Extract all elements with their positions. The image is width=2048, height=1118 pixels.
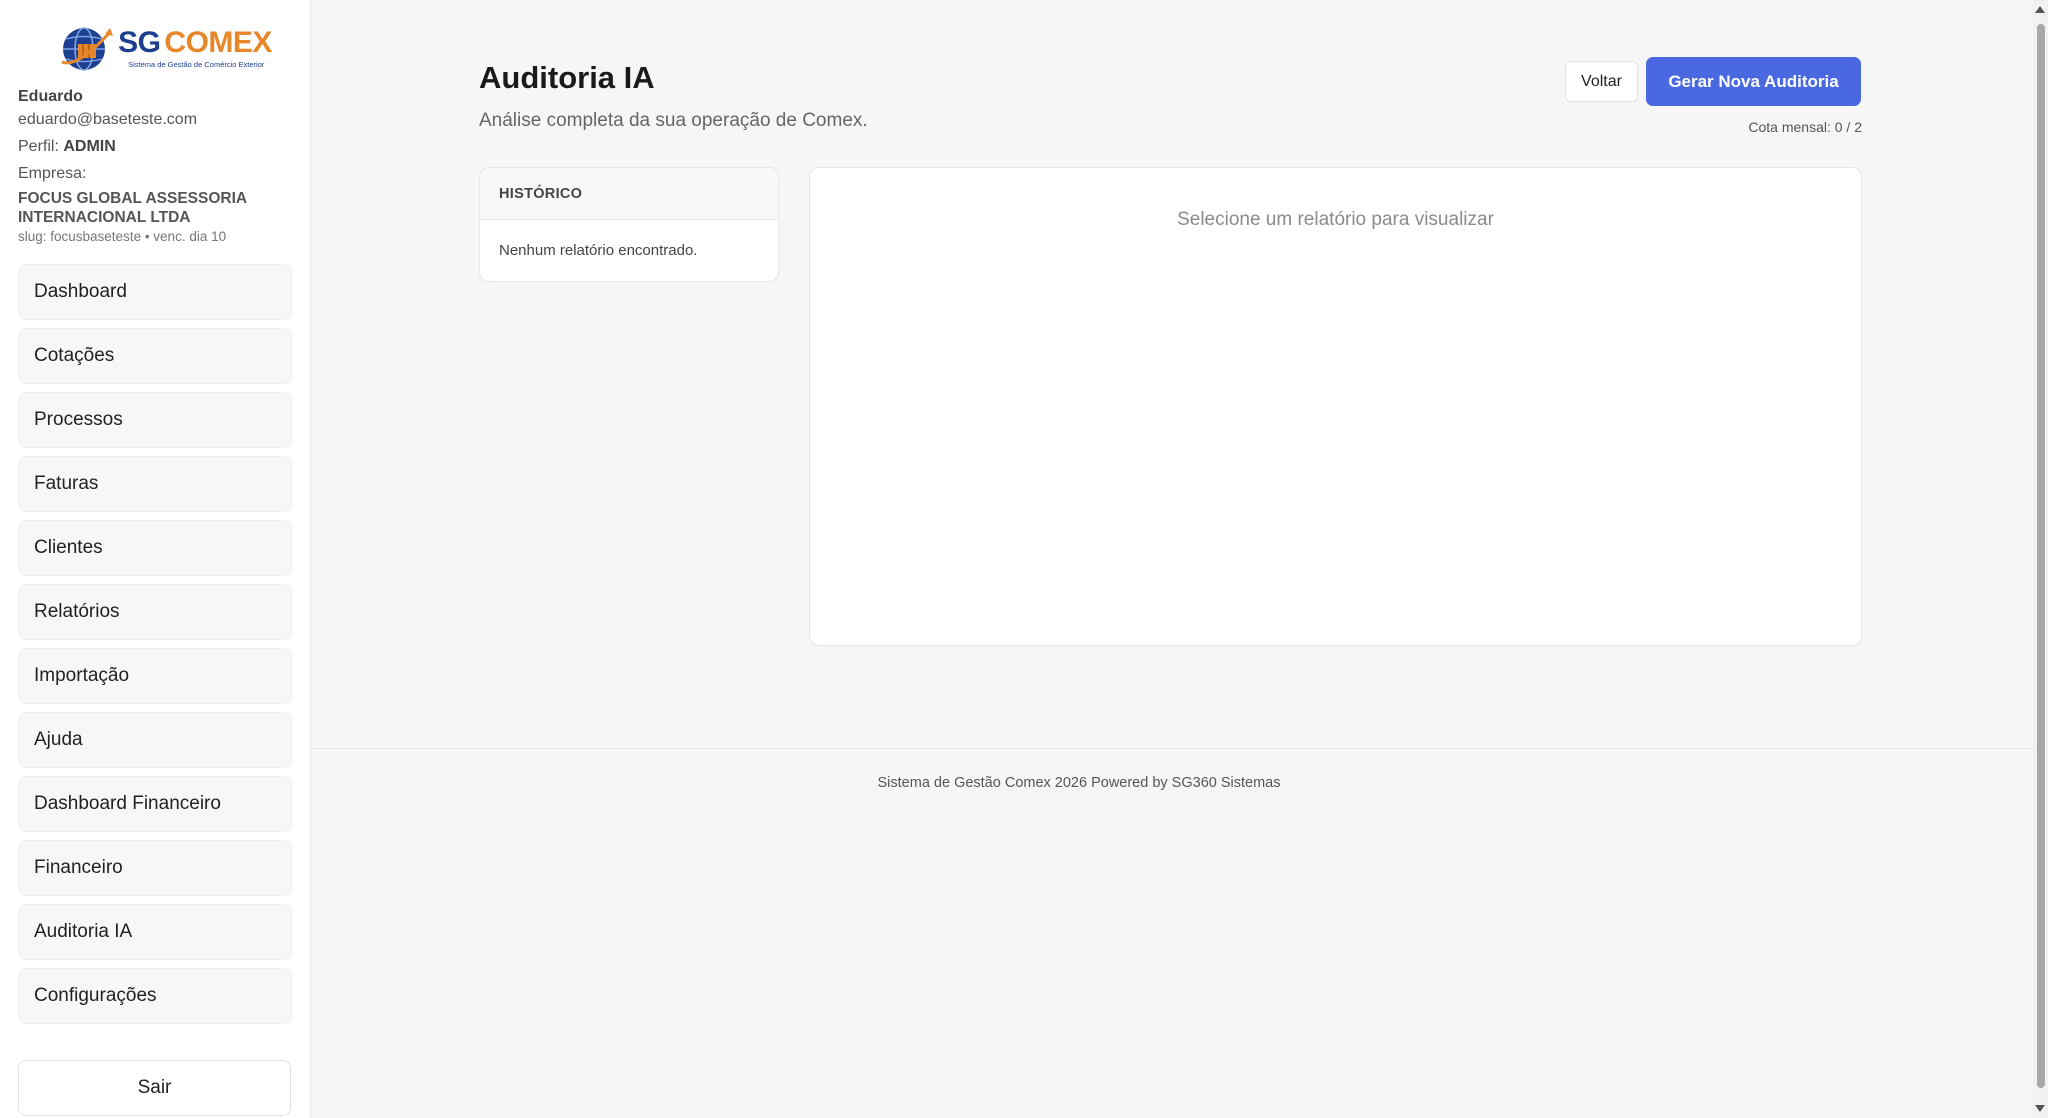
sidebar-item-dashboard-financeiro[interactable]: Dashboard Financeiro bbox=[18, 776, 292, 832]
company-label: Empresa: bbox=[18, 165, 87, 182]
brand-text: SG COMEX Sistema de Gestão de Comércio Ex… bbox=[118, 27, 272, 70]
sidebar-item-cotacoes[interactable]: Cotações bbox=[18, 328, 292, 384]
monthly-quota: Cota mensal: 0 / 2 bbox=[1748, 119, 1862, 135]
sidebar-item-financeiro[interactable]: Financeiro bbox=[18, 840, 292, 896]
sidebar-item-auditoria-ia[interactable]: Auditoria IA bbox=[18, 904, 292, 960]
user-role-value: ADMIN bbox=[63, 138, 116, 155]
app-root: SG COMEX Sistema de Gestão de Comércio Ex… bbox=[0, 0, 2048, 1118]
vertical-scrollbar[interactable] bbox=[2033, 0, 2048, 1118]
sidebar: SG COMEX Sistema de Gestão de Comércio Ex… bbox=[0, 0, 311, 1118]
company-name: FOCUS GLOBAL ASSESSORIA INTERNACIONAL LT… bbox=[18, 190, 247, 226]
user-email: eduardo@baseteste.com bbox=[18, 111, 198, 128]
brand-name-comex: COMEX bbox=[164, 26, 272, 59]
history-title: HISTÓRICO bbox=[480, 168, 778, 220]
sidebar-nav: Dashboard Cotações Processos Faturas Cli… bbox=[18, 264, 292, 1024]
footer-text: Sistema de Gestão Comex 2026 Powered by … bbox=[877, 775, 1281, 791]
sidebar-item-processos[interactable]: Processos bbox=[18, 392, 292, 448]
sidebar-item-relatorios[interactable]: Relatórios bbox=[18, 584, 292, 640]
page-subtitle: Análise completa da sua operação de Come… bbox=[479, 110, 868, 131]
sidebar-item-importacao[interactable]: Importação bbox=[18, 648, 292, 704]
report-viewer: Selecione um relatório para visualizar bbox=[809, 167, 1862, 646]
brand-name: SG COMEX bbox=[118, 27, 272, 59]
user-role: Perfil: ADMIN bbox=[18, 138, 292, 156]
history-panel: HISTÓRICO Nenhum relatório encontrado. bbox=[479, 167, 779, 282]
user-name: Eduardo bbox=[18, 88, 83, 105]
brand-tagline: Sistema de Gestão de Comércio Exterior bbox=[128, 60, 265, 69]
user-role-label: Perfil: bbox=[18, 138, 59, 155]
sidebar-item-ajuda[interactable]: Ajuda bbox=[18, 712, 292, 768]
viewer-placeholder: Selecione um relatório para visualizar bbox=[1177, 209, 1494, 230]
company-slug: slug: focusbaseteste • venc. dia 10 bbox=[18, 229, 227, 244]
scroll-down-arrow-icon[interactable] bbox=[2035, 1105, 2045, 1112]
page-title: Auditoria IA bbox=[479, 60, 655, 95]
brand-name-sg: SG bbox=[118, 26, 161, 59]
brand-logo[interactable]: SG COMEX Sistema de Gestão de Comércio Ex… bbox=[38, 22, 292, 74]
sidebar-item-dashboard[interactable]: Dashboard bbox=[18, 264, 292, 320]
scroll-thumb[interactable] bbox=[2037, 24, 2045, 1088]
footer-divider bbox=[311, 748, 2048, 749]
generate-audit-button[interactable]: Gerar Nova Auditoria bbox=[1646, 57, 1861, 106]
sidebar-item-faturas[interactable]: Faturas bbox=[18, 456, 292, 512]
scroll-up-arrow-icon[interactable] bbox=[2035, 6, 2045, 13]
sidebar-item-configuracoes[interactable]: Configurações bbox=[18, 968, 292, 1024]
sidebar-item-clientes[interactable]: Clientes bbox=[18, 520, 292, 576]
logout-button[interactable]: Sair bbox=[18, 1060, 291, 1116]
history-empty-message: Nenhum relatório encontrado. bbox=[499, 242, 698, 259]
globe-logo-icon bbox=[61, 27, 114, 71]
main-content: Auditoria IA Análise completa da sua ope… bbox=[311, 0, 2048, 1118]
back-button[interactable]: Voltar bbox=[1565, 61, 1638, 102]
